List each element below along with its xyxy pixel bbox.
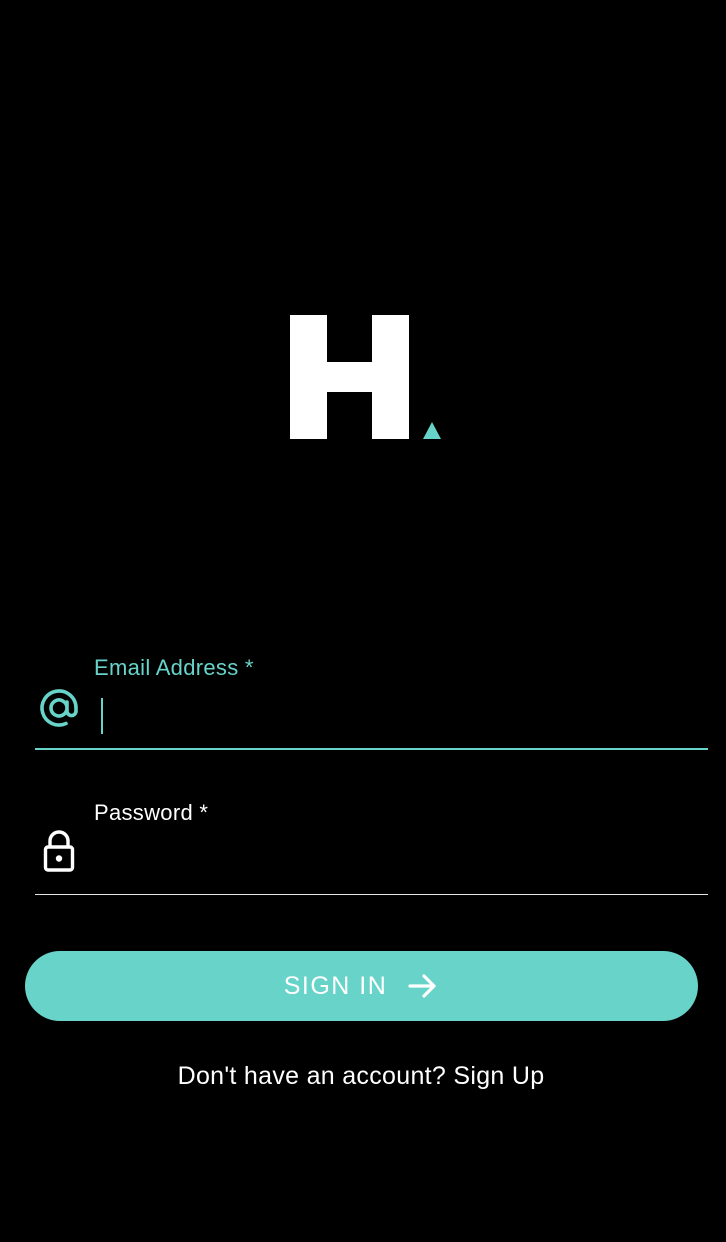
logo-mark — [290, 315, 441, 439]
password-label: Password * — [94, 800, 209, 825]
arrow-right-icon — [408, 974, 436, 998]
sign-in-label: SIGN IN — [283, 971, 388, 1000]
password-field: Password * — [35, 795, 708, 895]
password-input[interactable] — [94, 839, 694, 879]
signup-prompt: Don't have an account? Sign Up — [0, 1062, 722, 1091]
at-icon — [37, 686, 81, 730]
text-caret — [101, 698, 103, 734]
lock-icon — [37, 829, 81, 873]
email-label: Email Address * — [94, 655, 254, 680]
app-logo — [290, 315, 450, 440]
sign-up-link[interactable]: Sign Up — [453, 1062, 544, 1090]
sign-in-button[interactable]: SIGN IN — [25, 951, 698, 1021]
email-underline — [35, 748, 708, 750]
email-field: Email Address * — [35, 650, 708, 750]
sign-in-screen: Email Address * Password * SIGN IN Don't — [0, 0, 726, 1242]
signup-prompt-text: Don't have an account? — [177, 1062, 447, 1090]
password-underline — [35, 894, 708, 895]
email-input[interactable] — [94, 694, 694, 734]
